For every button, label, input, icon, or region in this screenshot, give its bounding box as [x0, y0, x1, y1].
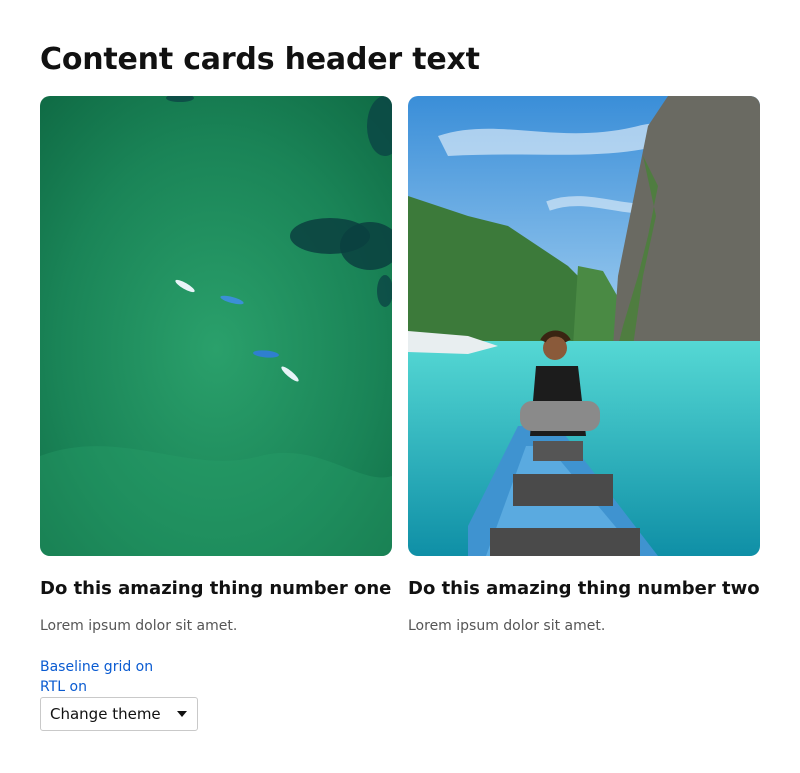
card-image-aerial-sea[interactable] — [40, 96, 392, 556]
rtl-toggle-link[interactable]: RTL on — [40, 677, 87, 697]
content-card-one[interactable]: Do this amazing thing number one Lorem i… — [40, 96, 392, 636]
card-body-text: Lorem ipsum dolor sit amet. — [408, 618, 606, 634]
change-theme-select[interactable]: Change theme — [40, 697, 198, 731]
content-card-two[interactable]: Do this amazing thing number two Lorem i… — [408, 96, 760, 636]
select-label: Change theme — [50, 705, 161, 723]
baseline-grid-toggle-link[interactable]: Baseline grid on — [40, 657, 153, 677]
card-title: Do this amazing thing number one — [40, 578, 392, 599]
card-body-text: Lorem ipsum dolor sit amet. — [40, 618, 238, 634]
card-title: Do this amazing thing number two — [408, 578, 760, 599]
caret-down-icon — [177, 711, 187, 717]
page-title: Content cards header text — [40, 42, 480, 77]
card-image-boat-lagoon[interactable] — [408, 96, 760, 556]
